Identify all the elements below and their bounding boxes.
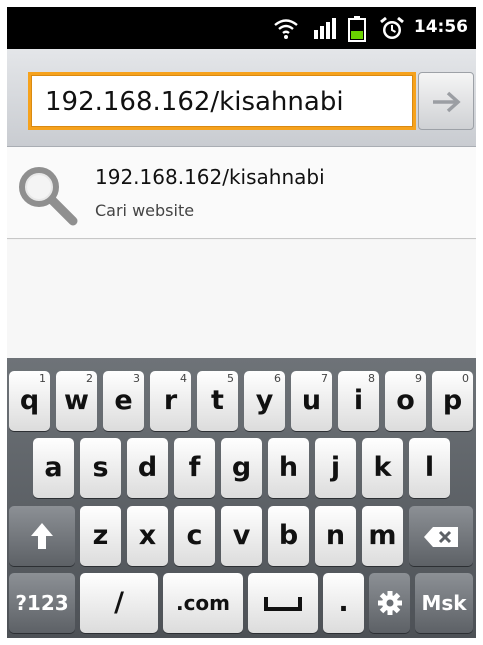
shift-key[interactable] bbox=[9, 506, 75, 566]
key-r[interactable]: r4 bbox=[150, 371, 191, 431]
dotcom-key[interactable]: .com bbox=[163, 573, 243, 633]
key-y[interactable]: y6 bbox=[244, 371, 285, 431]
go-button[interactable] bbox=[418, 72, 474, 130]
status-time: 14:56 bbox=[413, 17, 468, 37]
battery-icon bbox=[348, 16, 366, 46]
go-key[interactable]: Msk bbox=[415, 573, 473, 633]
key-period[interactable]: . bbox=[323, 573, 364, 633]
key-p[interactable]: p0 bbox=[432, 371, 473, 431]
url-bar: 192.168.162/kisahnabi bbox=[7, 49, 476, 147]
key-b[interactable]: b bbox=[268, 506, 309, 566]
settings-key[interactable] bbox=[369, 573, 410, 633]
soft-keyboard: q1 w2 e3 r4 t5 y6 u7 i8 o9 p0 a s d f g … bbox=[7, 358, 476, 638]
space-key[interactable] bbox=[248, 573, 318, 633]
key-w[interactable]: w2 bbox=[56, 371, 97, 431]
shift-icon bbox=[30, 522, 54, 554]
signal-icon bbox=[313, 16, 339, 44]
browser-screen: 14:56 192.168.162/kisahnabi 192.168.162/… bbox=[7, 7, 476, 638]
search-suggestion[interactable]: 192.168.162/kisahnabi Cari website bbox=[7, 147, 476, 239]
arrow-right-icon bbox=[431, 90, 463, 118]
alarm-icon bbox=[379, 16, 405, 46]
suggestion-title: 192.168.162/kisahnabi bbox=[95, 165, 325, 189]
key-h[interactable]: h bbox=[268, 438, 309, 498]
key-c[interactable]: c bbox=[174, 506, 215, 566]
key-j[interactable]: j bbox=[315, 438, 356, 498]
key-v[interactable]: v bbox=[221, 506, 262, 566]
empty-area bbox=[7, 240, 476, 358]
key-s[interactable]: s bbox=[80, 438, 121, 498]
key-a[interactable]: a bbox=[33, 438, 74, 498]
symbols-key[interactable]: ?123 bbox=[9, 573, 75, 633]
key-q[interactable]: q1 bbox=[9, 371, 50, 431]
key-g[interactable]: g bbox=[221, 438, 262, 498]
key-f[interactable]: f bbox=[174, 438, 215, 498]
key-z[interactable]: z bbox=[80, 506, 121, 566]
status-bar: 14:56 bbox=[7, 7, 476, 49]
key-e[interactable]: e3 bbox=[103, 371, 144, 431]
key-o[interactable]: o9 bbox=[385, 371, 426, 431]
key-i[interactable]: i8 bbox=[338, 371, 379, 431]
key-l[interactable]: l bbox=[409, 438, 450, 498]
key-x[interactable]: x bbox=[127, 506, 168, 566]
suggestion-subtitle: Cari website bbox=[95, 201, 195, 220]
key-u[interactable]: u7 bbox=[291, 371, 332, 431]
search-icon bbox=[15, 163, 79, 231]
space-icon bbox=[264, 595, 302, 615]
wifi-icon bbox=[273, 16, 299, 44]
key-slash[interactable]: / bbox=[80, 573, 158, 633]
settings-icon bbox=[377, 590, 403, 620]
key-m[interactable]: m bbox=[362, 506, 403, 566]
backspace-key[interactable] bbox=[409, 506, 473, 566]
key-t[interactable]: t5 bbox=[197, 371, 238, 431]
backspace-icon bbox=[423, 526, 459, 552]
key-k[interactable]: k bbox=[362, 438, 403, 498]
key-n[interactable]: n bbox=[315, 506, 356, 566]
key-d[interactable]: d bbox=[127, 438, 168, 498]
url-input[interactable]: 192.168.162/kisahnabi bbox=[28, 72, 416, 130]
